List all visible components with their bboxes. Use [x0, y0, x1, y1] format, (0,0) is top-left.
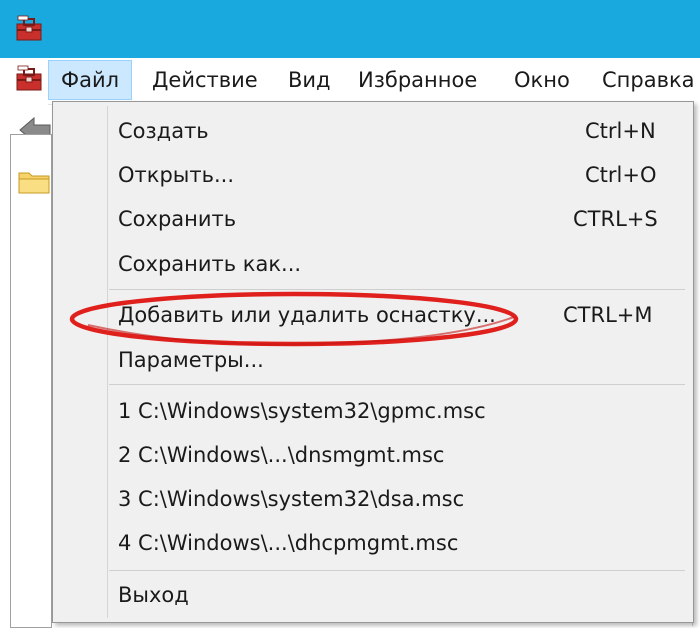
title-bar	[0, 0, 700, 58]
menu-item-options[interactable]: Параметры...	[118, 345, 264, 375]
menu-bar: Файл Действие Вид Избранное Окно Справка	[0, 58, 700, 105]
menu-favorites[interactable]: Избранное	[346, 60, 489, 100]
menu-window[interactable]: Окно	[502, 60, 582, 100]
folder-icon[interactable]	[18, 168, 50, 194]
menu-item-new[interactable]: Создать	[118, 116, 209, 146]
menu-help[interactable]: Справка	[590, 60, 700, 100]
mmc-toolbox-icon[interactable]	[14, 14, 44, 44]
shortcut-add-remove-snapin: CTRL+M	[563, 303, 653, 327]
menu-item-recent-1[interactable]: 1 C:\Windows\system32\gpmc.msc	[118, 396, 486, 426]
shortcut-open: Ctrl+O	[585, 163, 657, 187]
menu-item-save-as[interactable]: Сохранить как...	[118, 249, 301, 279]
menu-item-add-remove-snapin[interactable]: Добавить или удалить оснастку...	[118, 300, 496, 330]
menu-item-exit[interactable]: Выход	[118, 580, 189, 610]
mmc-toolbox-icon[interactable]	[14, 64, 44, 94]
menu-separator	[109, 289, 685, 290]
menu-item-save[interactable]: Сохранить	[118, 204, 236, 234]
menu-item-recent-4[interactable]: 4 C:\Windows\...\dhcpmgmt.msc	[118, 528, 458, 558]
menu-item-recent-2[interactable]: 2 C:\Windows\...\dnsmgmt.msc	[118, 440, 444, 470]
menu-action[interactable]: Действие	[140, 60, 270, 100]
shortcut-save: CTRL+S	[573, 207, 658, 231]
menu-view[interactable]: Вид	[276, 60, 343, 100]
file-menu-dropdown: Создать Ctrl+N Открыть... Ctrl+O Сохрани…	[52, 101, 694, 623]
shortcut-new: Ctrl+N	[585, 119, 656, 143]
menu-separator	[109, 570, 685, 571]
menu-item-open[interactable]: Открыть...	[118, 160, 234, 190]
menu-item-recent-3[interactable]: 3 C:\Windows\system32\dsa.msc	[118, 484, 464, 514]
menu-separator	[109, 384, 685, 385]
console-tree-pane[interactable]	[10, 134, 52, 628]
menu-gutter-divider	[107, 106, 108, 618]
menu-file[interactable]: Файл	[48, 60, 133, 100]
